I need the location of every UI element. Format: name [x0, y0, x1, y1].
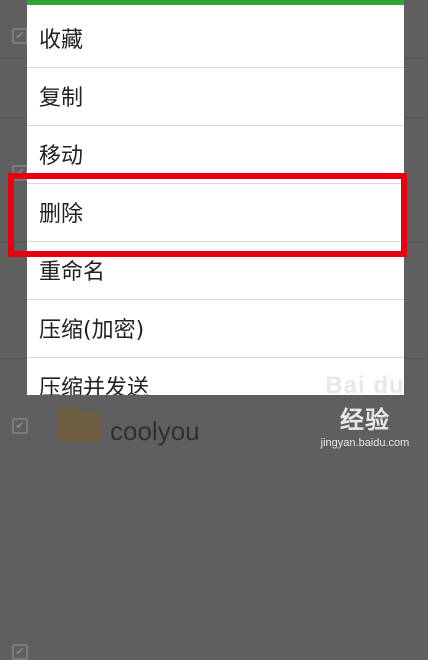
- baidu-watermark: Bai du 经验 jingyan.baidu.com: [310, 372, 420, 449]
- check-icon: ✔: [12, 418, 28, 434]
- menu-item-label: 重命名: [39, 260, 106, 285]
- watermark-title: Bai du 经验: [325, 372, 405, 434]
- context-menu-dialog: 收藏 复制 移动 删除 重命名 压缩(加密) 压缩并发送: [27, 0, 404, 395]
- menu-item-move[interactable]: 移动: [27, 126, 404, 184]
- menu-item-rename[interactable]: 重命名: [27, 242, 404, 300]
- menu-item-label: 复制: [39, 86, 84, 111]
- menu-item-delete[interactable]: 删除: [27, 184, 404, 242]
- folder-icon: [57, 407, 101, 442]
- menu-item-label: 移动: [39, 144, 84, 169]
- file-name: coolyou: [110, 416, 200, 446]
- menu-item-compress-encrypt[interactable]: 压缩(加密): [27, 300, 404, 358]
- menu-item-label: 删除: [39, 202, 84, 227]
- check-icon: ✔: [12, 644, 28, 660]
- watermark-subtitle: jingyan.baidu.com: [320, 437, 410, 449]
- menu-item-favorite[interactable]: 收藏: [27, 10, 404, 68]
- menu-item-label: 收藏: [39, 28, 84, 53]
- menu-item-label: 压缩并发送: [39, 376, 150, 395]
- dialog-accent-bar: [27, 0, 404, 5]
- check-icon: ✔: [12, 28, 28, 44]
- menu-item-label: 压缩(加密): [39, 318, 145, 343]
- menu-item-copy[interactable]: 复制: [27, 68, 404, 126]
- check-icon: ✔: [12, 165, 28, 181]
